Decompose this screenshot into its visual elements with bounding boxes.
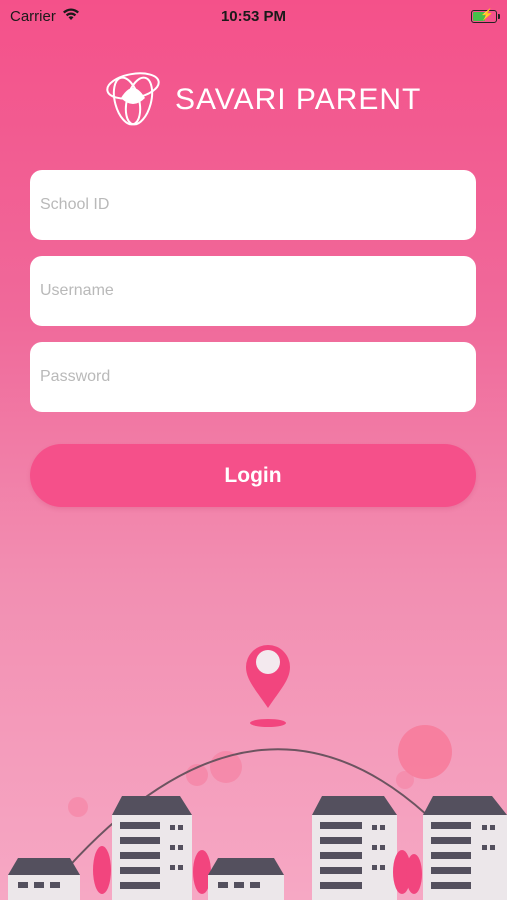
- carrier-label: Carrier: [10, 7, 56, 25]
- building: [208, 858, 284, 900]
- building: [8, 858, 80, 900]
- city-illustration: [8, 645, 507, 900]
- tree: [93, 846, 111, 894]
- login-button[interactable]: Login: [30, 444, 476, 507]
- wifi-icon: [62, 7, 80, 25]
- building: [423, 796, 507, 900]
- battery-charging-icon: ⚡: [471, 9, 500, 23]
- status-bar: Carrier 10:53 PM ⚡: [0, 0, 507, 32]
- status-left: Carrier: [10, 7, 80, 25]
- location-pin-icon: [246, 645, 290, 727]
- username-input[interactable]: [30, 256, 476, 326]
- savari-logo-icon: [105, 68, 161, 131]
- tree: [406, 854, 422, 894]
- login-button-label: Login: [224, 463, 282, 487]
- password-input[interactable]: [30, 342, 476, 412]
- app-title: SAVARI PARENT: [175, 82, 422, 116]
- school-id-input[interactable]: [30, 170, 476, 240]
- building: [312, 796, 397, 900]
- decor-circle: [68, 797, 88, 817]
- brand-header: SAVARI PARENT: [105, 68, 421, 131]
- decor-circle-large: [398, 725, 452, 779]
- building: [112, 796, 192, 900]
- decor-circle: [396, 771, 414, 789]
